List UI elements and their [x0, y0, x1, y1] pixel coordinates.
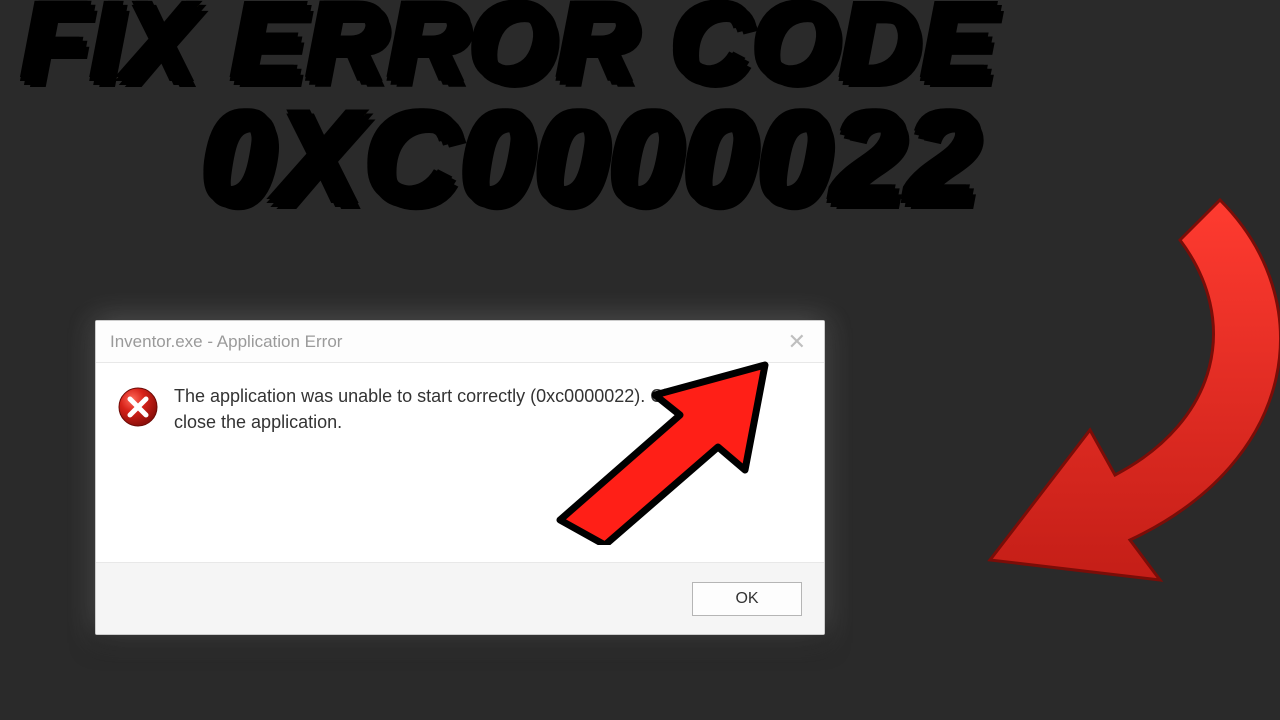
- curved-arrow-icon: [900, 180, 1280, 620]
- dialog-content: The application was unable to start corr…: [96, 363, 824, 543]
- error-icon: [118, 387, 158, 543]
- thumbnail-headline: FIX ERROR CODE 0XC0000022: [20, 0, 995, 218]
- error-dialog: Inventor.exe - Application Error ✕ The a…: [95, 320, 825, 635]
- dialog-message: The application was unable to start corr…: [174, 383, 804, 543]
- dialog-button-row: OK: [96, 562, 824, 634]
- ok-button[interactable]: OK: [692, 582, 802, 616]
- dialog-title: Inventor.exe - Application Error: [110, 332, 342, 352]
- dialog-titlebar[interactable]: Inventor.exe - Application Error ✕: [96, 321, 824, 363]
- headline-line1: FIX ERROR CODE: [20, 0, 995, 95]
- close-icon[interactable]: ✕: [780, 327, 814, 357]
- headline-line2: 0XC0000022: [200, 95, 995, 219]
